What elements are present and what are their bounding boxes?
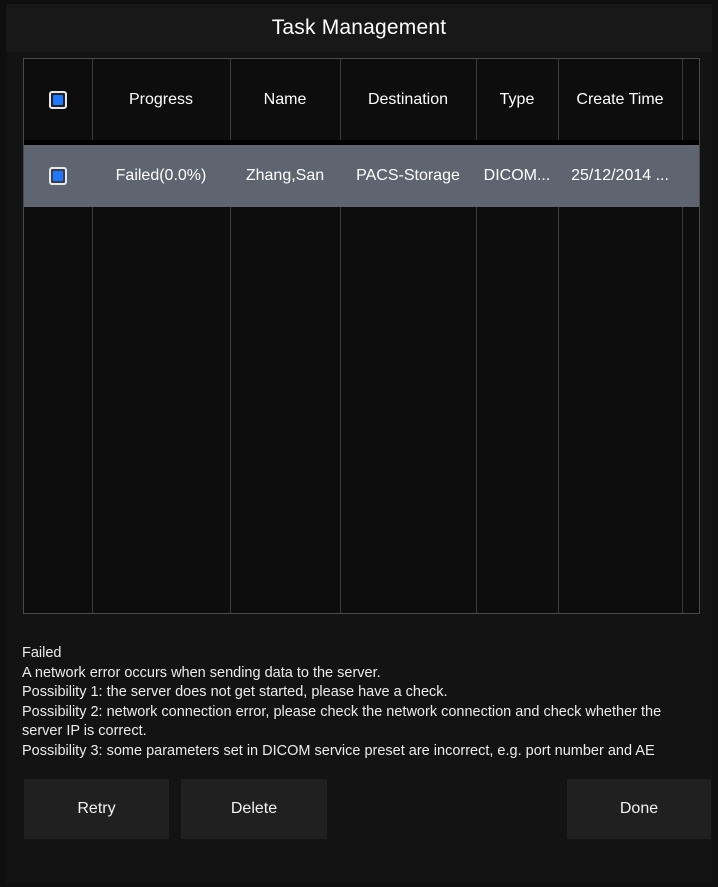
retry-button[interactable]: Retry: [24, 779, 169, 839]
task-details: Failed A network error occurs when sendi…: [22, 644, 702, 761]
details-line: Possibility 3: some parameters set in DI…: [22, 742, 655, 759]
header-create-time[interactable]: Create Time: [558, 59, 682, 140]
cell-progress: Failed(0.0%): [115, 167, 207, 184]
row-checkbox[interactable]: [49, 167, 67, 185]
details-line: A network error occurs when sending data…: [22, 664, 381, 681]
select-all-checkbox[interactable]: [49, 90, 67, 109]
checkbox-checked-icon: [53, 94, 63, 105]
cell-type: DICOM...: [483, 167, 551, 184]
cell-spacer: [682, 145, 699, 207]
delete-button[interactable]: Delete: [181, 779, 327, 839]
details-line: Possibility 2: network connection error,…: [22, 703, 662, 740]
header-progress[interactable]: Progress: [92, 59, 230, 140]
details-line: Possibility 1: the server does not get s…: [22, 684, 448, 700]
table-header: Progress Name Destination Type Create Ti…: [24, 59, 699, 140]
header-spacer: [682, 59, 699, 140]
table-row[interactable]: Failed(0.0%) Zhang,San PACS-Storage DICO…: [24, 145, 699, 207]
details-status: Failed: [22, 645, 62, 661]
header-destination[interactable]: Destination: [340, 59, 476, 140]
dialog-title: Task Management: [6, 4, 712, 52]
done-button[interactable]: Done: [567, 779, 711, 839]
header-type[interactable]: Type: [476, 59, 558, 140]
checkbox-checked-icon: [53, 171, 63, 181]
cell-create-time: 25/12/2014 ...: [571, 167, 669, 184]
cell-name: Zhang,San: [245, 167, 325, 184]
header-name[interactable]: Name: [230, 59, 340, 140]
cell-destination: PACS-Storage: [356, 167, 460, 184]
select-all-cell: [24, 59, 92, 140]
task-table: Progress Name Destination Type Create Ti…: [23, 58, 700, 614]
row-select-cell: [24, 145, 92, 207]
